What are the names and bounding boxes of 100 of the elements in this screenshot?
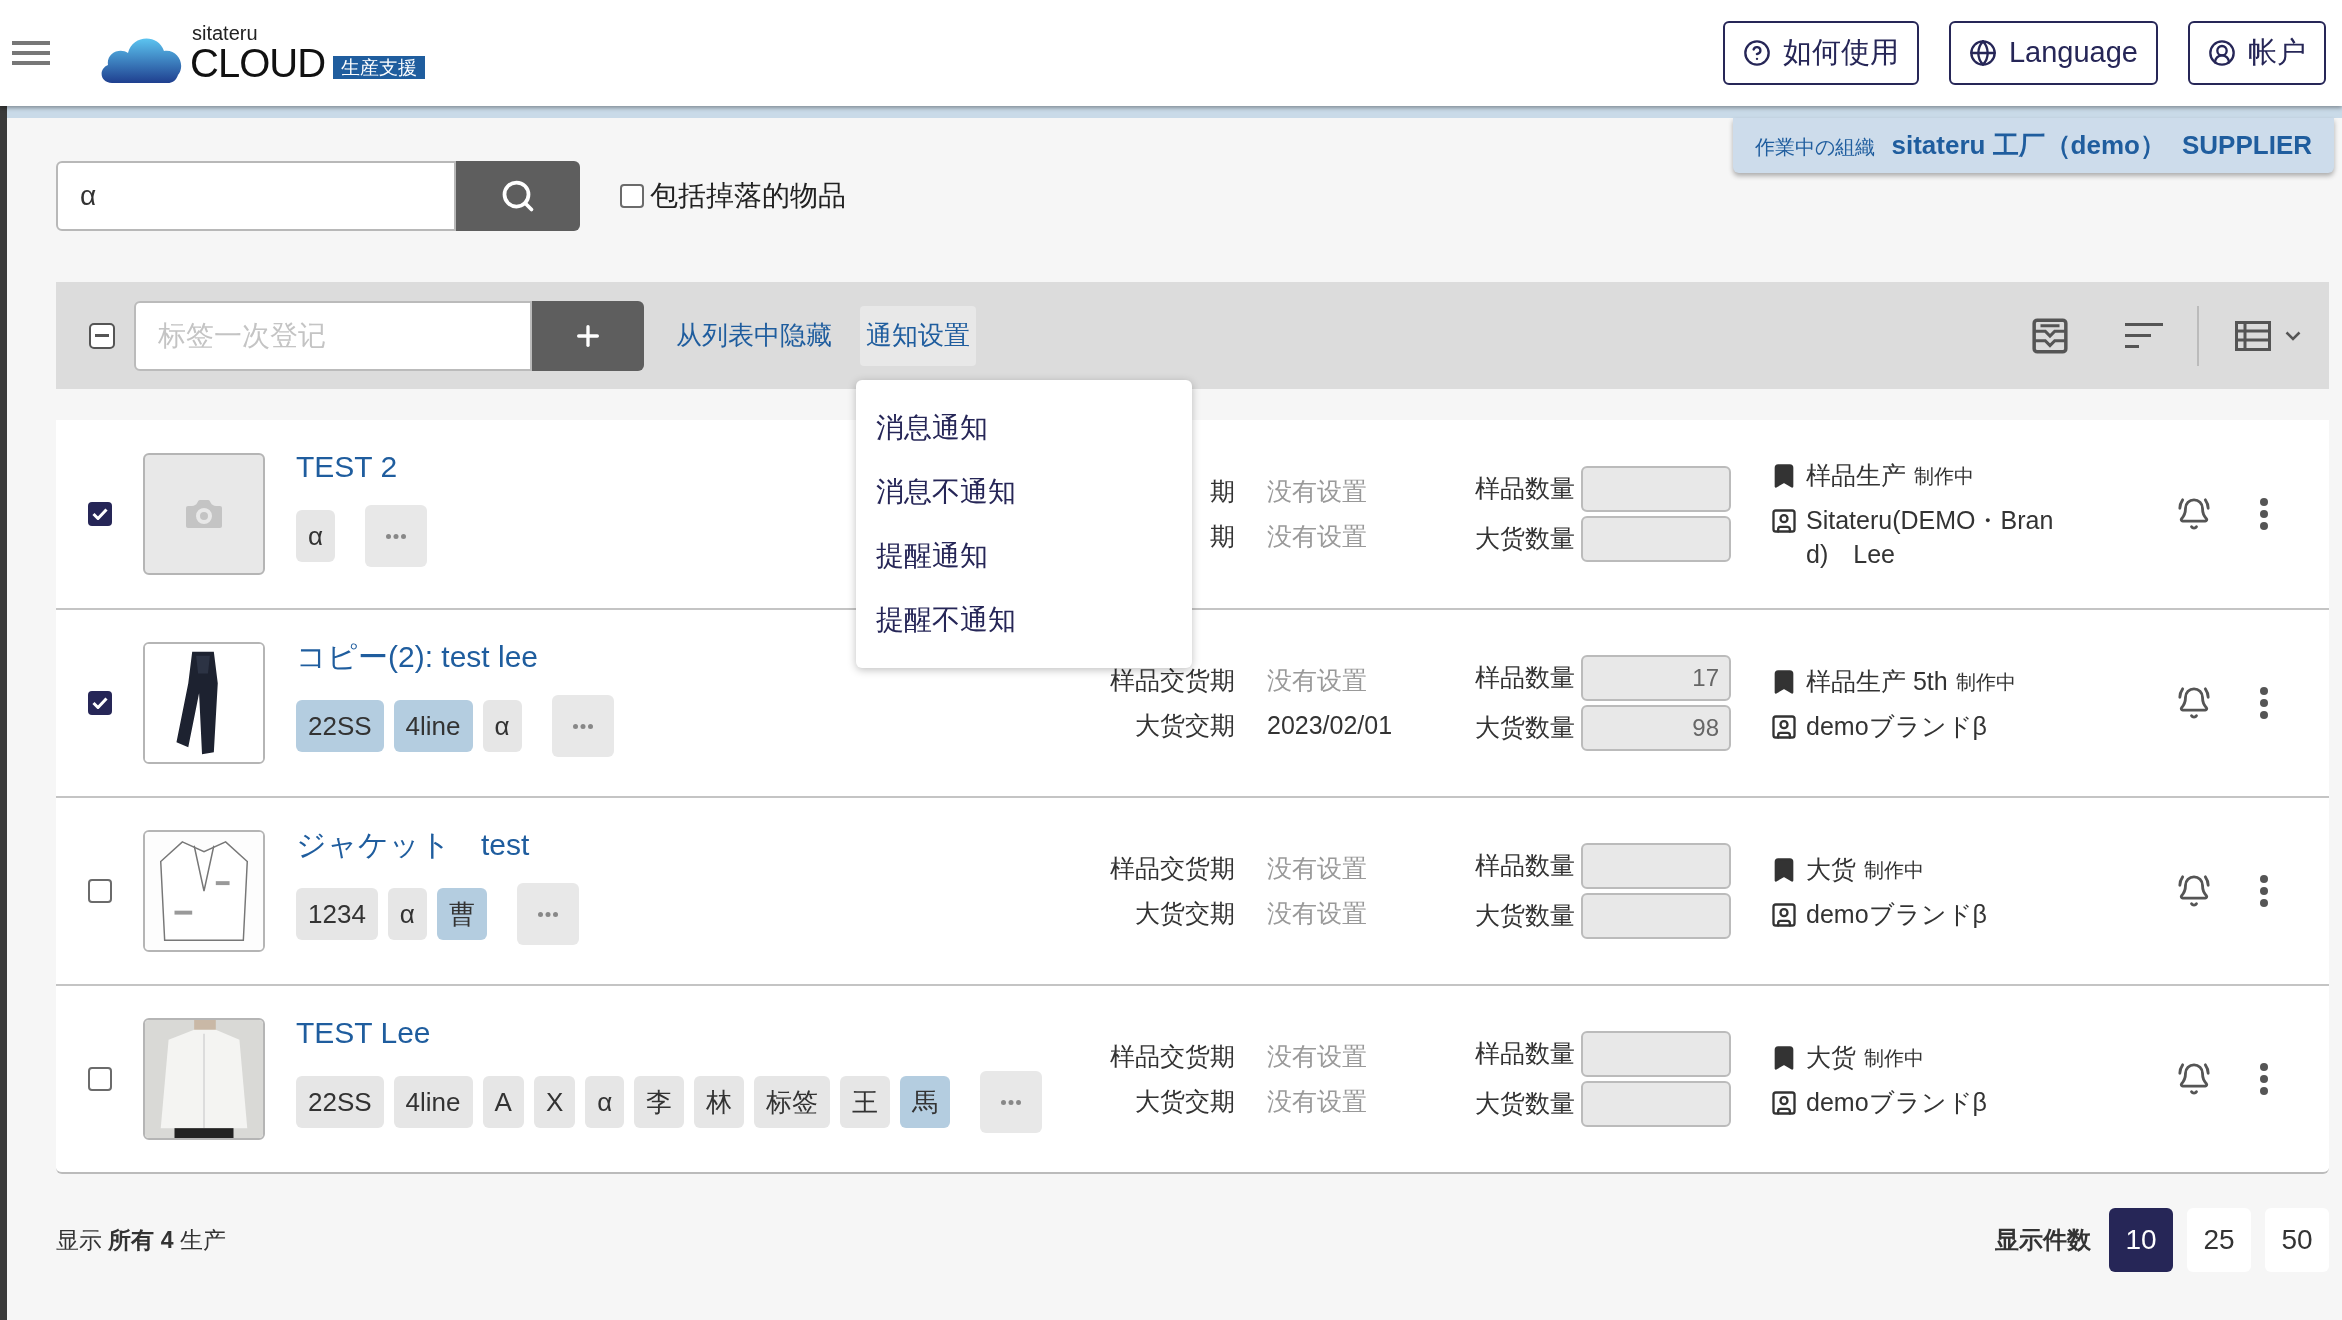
date-value: 2023/02/01 <box>1267 710 1394 741</box>
product-title-link[interactable]: ジャケット test <box>296 822 530 867</box>
result-summary: 显示 所有 4 生产 <box>56 1225 226 1255</box>
date-value: 没有设置 <box>1267 852 1368 884</box>
globe-icon <box>1968 39 1997 67</box>
notification-settings-button[interactable]: 通知设置 <box>860 305 976 366</box>
header-button[interactable]: 如何使用 <box>1722 21 1919 85</box>
bell-icon <box>2177 1062 2211 1096</box>
tag-chip: α <box>585 1076 625 1128</box>
add-tag-button[interactable] <box>532 300 644 371</box>
more-icon <box>2260 1063 2268 1095</box>
tag-chip: 4line <box>393 1076 473 1128</box>
quantity-label: 样品数量 <box>1474 1038 1575 1070</box>
date-value: 没有设置 <box>1267 898 1368 929</box>
hide-from-list-link[interactable]: 从列表中隐藏 <box>676 316 832 355</box>
search-icon <box>500 178 536 214</box>
quantity-field[interactable]: 98 <box>1581 705 1731 751</box>
page-size-button[interactable]: 50 <box>2265 1208 2329 1272</box>
menu-icon[interactable] <box>12 39 50 67</box>
organization-name: sitateru 工厂（demo） <box>1891 129 2166 162</box>
help-icon <box>1742 39 1771 67</box>
quantity-label: 大货数量 <box>1474 900 1575 932</box>
tag-chip: α <box>296 510 336 562</box>
ellipsis-icon <box>572 723 593 729</box>
date-value: 没有设置 <box>1267 1040 1368 1072</box>
more-icon <box>2260 498 2268 530</box>
row-checkbox[interactable] <box>87 879 112 903</box>
select-all-checkbox[interactable] <box>89 322 115 349</box>
product-title-link[interactable]: TEST Lee <box>296 1010 431 1055</box>
minus-icon <box>95 334 109 337</box>
include-dropped-label: 包括掉落的物品 <box>650 179 846 213</box>
page-size-label: 显示件数 <box>1995 1225 2091 1255</box>
quantity-label: 大货数量 <box>1474 712 1575 744</box>
tag-chip: 李 <box>634 1076 685 1128</box>
quantity-field[interactable] <box>1581 1031 1731 1077</box>
more-icon <box>2260 687 2268 719</box>
organization-role: SUPPLIER <box>2181 129 2312 162</box>
date-value: 没有设置 <box>1267 1086 1368 1117</box>
list-view-dropdown[interactable] <box>2235 320 2301 351</box>
quantity-field[interactable] <box>1581 1081 1731 1127</box>
quantity-label: 大货数量 <box>1474 1088 1575 1120</box>
page-size-button[interactable]: 25 <box>2187 1208 2251 1272</box>
row-checkbox[interactable] <box>87 1067 112 1091</box>
status-label: 制作中 <box>1864 1046 1924 1071</box>
bell-icon <box>2177 686 2211 720</box>
logo-subtitle: sitateru <box>192 23 259 43</box>
menu-item[interactable]: 提醒通知 <box>856 523 1192 588</box>
brand-name: Sitateru(DEMO・Brand) Lee <box>1806 504 2055 570</box>
bell-icon <box>2177 874 2211 908</box>
tag-chip: 馬 <box>900 1076 951 1128</box>
date-value: 没有设置 <box>1267 664 1368 696</box>
date-label: 样品交货期 <box>1109 664 1235 696</box>
tag-chip: α <box>482 700 522 752</box>
header-button[interactable]: 帐户 <box>2188 21 2326 85</box>
tag-chip: α <box>387 888 427 940</box>
date-label: 大货交期 <box>1134 710 1235 741</box>
quantity-label: 样品数量 <box>1474 473 1575 505</box>
status-label: 制作中 <box>1955 670 2016 695</box>
product-title-link[interactable]: コピー(2): test lee <box>296 634 539 679</box>
include-dropped-checkbox[interactable] <box>620 184 644 208</box>
row-checkbox[interactable] <box>87 691 112 715</box>
quantity-field[interactable] <box>1581 466 1731 512</box>
quantity-field[interactable] <box>1581 893 1731 939</box>
menu-item[interactable]: 提醒不通知 <box>856 587 1192 652</box>
date-label: 大货交期 <box>1134 1086 1235 1117</box>
brand-name: demoブランドβ <box>1806 710 1988 742</box>
quantity-label: 样品数量 <box>1474 850 1575 882</box>
brand-name: demoブランドβ <box>1806 1086 1988 1118</box>
quantity-field[interactable]: 17 <box>1581 655 1731 701</box>
quantity-field[interactable] <box>1581 516 1731 562</box>
tag-chip: 标签 <box>754 1076 831 1128</box>
quantity-field[interactable] <box>1581 843 1731 889</box>
ellipsis-icon <box>537 911 558 917</box>
date-label: 大货交期 <box>1134 898 1235 929</box>
page-size-button[interactable]: 10 <box>2109 1208 2173 1272</box>
organization-label: 作業中の組織 <box>1755 135 1876 160</box>
contact-icon <box>1770 900 1798 929</box>
ellipsis-icon <box>1001 1099 1022 1105</box>
sort-icon[interactable] <box>2125 320 2163 351</box>
production-stage: 大货 <box>1806 854 1856 886</box>
product-title-link[interactable]: TEST 2 <box>296 444 398 489</box>
production-stage: 样品生产 5th <box>1806 666 1948 698</box>
tag-chip: 林 <box>694 1076 745 1128</box>
search-field[interactable]: α <box>56 161 456 231</box>
menu-item[interactable]: 消息通知 <box>856 395 1192 460</box>
search-button[interactable] <box>456 161 580 231</box>
header-button[interactable]: Language <box>1948 21 2158 85</box>
tag-chip: X <box>533 1076 576 1128</box>
list-icon <box>2235 320 2271 351</box>
tag-chip: 曹 <box>436 888 487 940</box>
date-value: 没有设置 <box>1267 475 1368 507</box>
menu-item[interactable]: 消息不通知 <box>856 459 1192 524</box>
tag-chip: A <box>482 1076 524 1128</box>
row-checkbox[interactable] <box>87 502 112 526</box>
check-icon <box>91 508 108 520</box>
grid-view-icon[interactable] <box>2031 316 2069 355</box>
date-label: 期 <box>1209 521 1235 552</box>
date-value: 没有设置 <box>1267 521 1368 552</box>
production-stage: 大货 <box>1806 1042 1856 1074</box>
bell-icon <box>2177 497 2211 531</box>
